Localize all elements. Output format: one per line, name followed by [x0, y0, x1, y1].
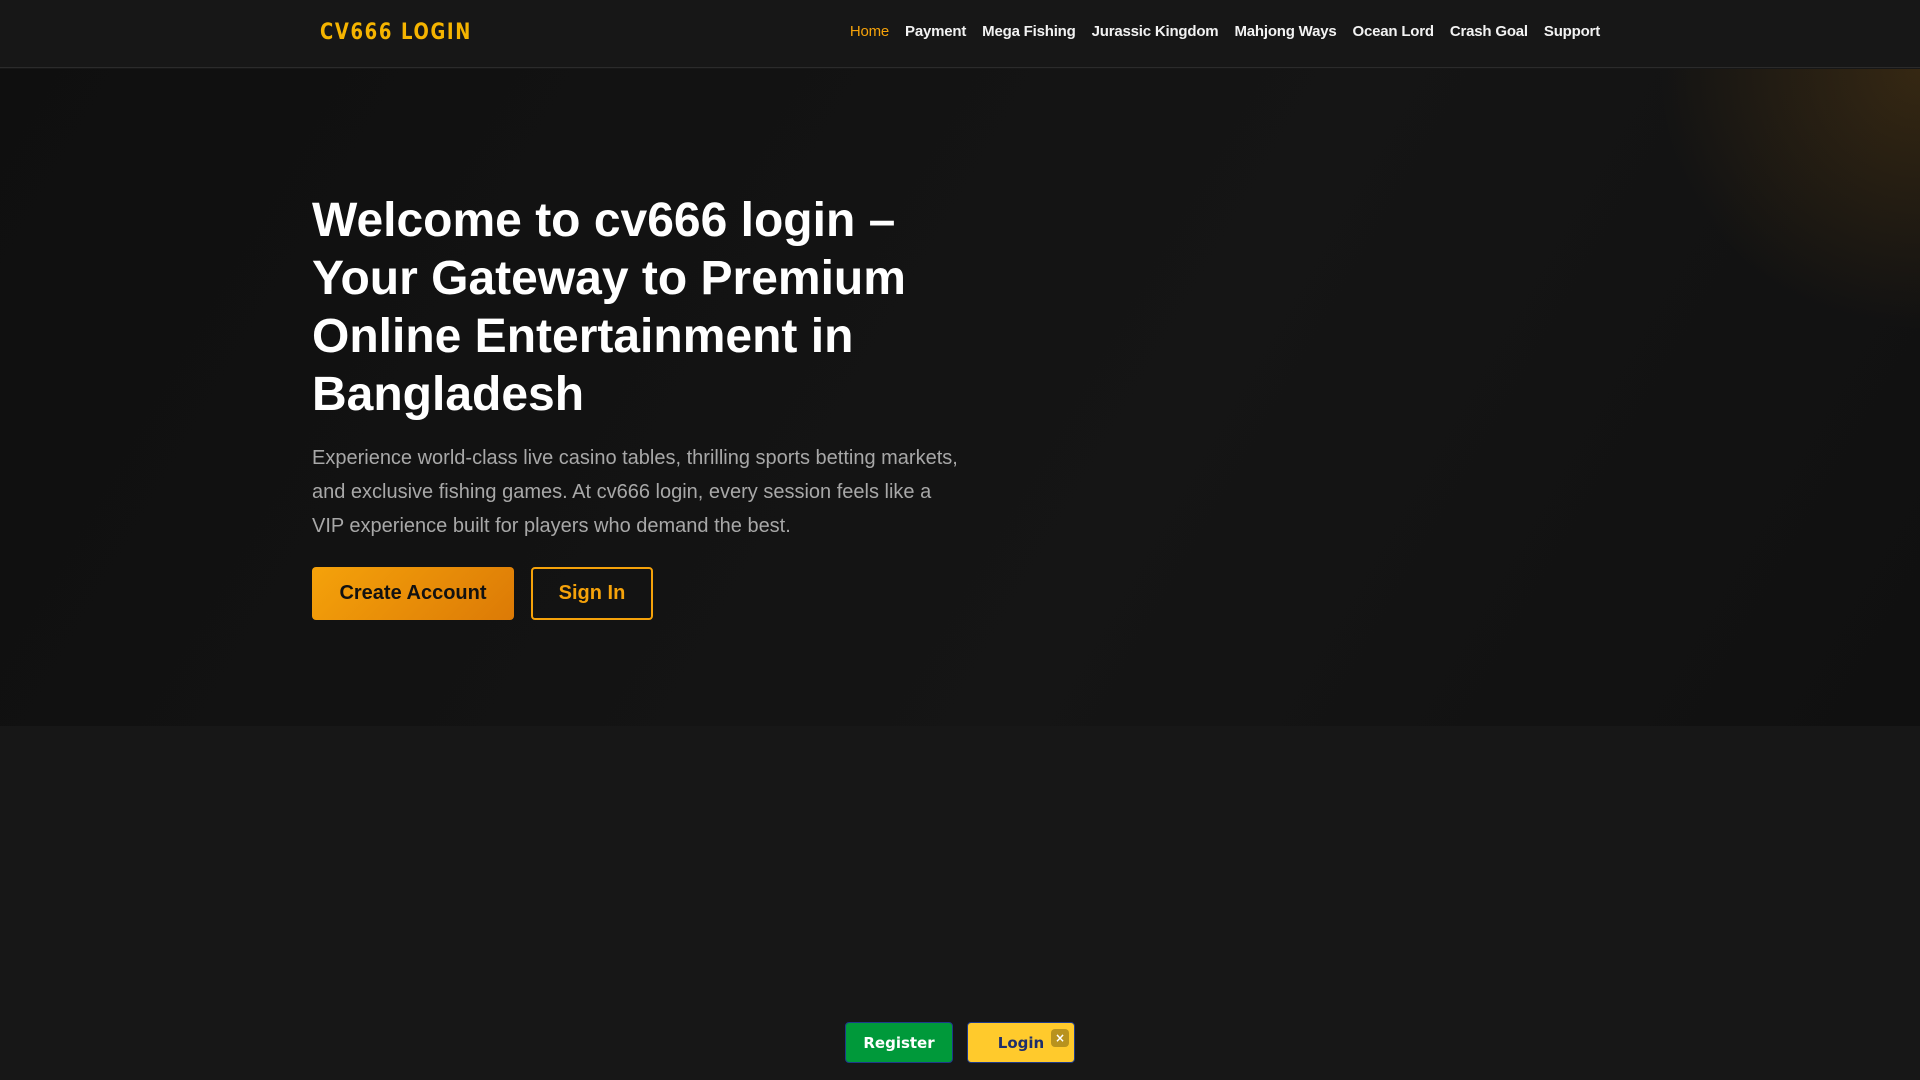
close-icon[interactable]: × [1051, 1029, 1069, 1047]
nav-ocean-lord[interactable]: Ocean Lord [1353, 23, 1435, 40]
site-header: CV666 LOGIN Home Payment Mega Fishing Ju… [0, 0, 1920, 68]
main-nav: Home Payment Mega Fishing Jurassic Kingd… [850, 23, 1600, 40]
nav-crash-goal[interactable]: Crash Goal [1450, 23, 1528, 40]
login-label: Login [997, 1033, 1045, 1052]
login-button[interactable]: Login × [967, 1022, 1075, 1063]
nav-mega-fishing[interactable]: Mega Fishing [982, 23, 1076, 40]
sign-in-button[interactable]: Sign In [531, 567, 653, 620]
site-logo[interactable]: CV666 LOGIN [320, 20, 472, 45]
hero-section [0, 69, 1920, 726]
hero-description: Experience world-class live casino table… [312, 447, 958, 537]
nav-support[interactable]: Support [1544, 23, 1600, 40]
hero-title: Welcome to cv666 login – Your Gateway to… [312, 194, 906, 421]
create-account-button[interactable]: Create Account [312, 567, 514, 620]
nav-home[interactable]: Home [850, 23, 889, 40]
nav-jurassic-kingdom[interactable]: Jurassic Kingdom [1092, 23, 1219, 40]
nav-payment[interactable]: Payment [905, 23, 966, 40]
nav-mahjong-ways[interactable]: Mahjong Ways [1234, 23, 1336, 40]
register-button[interactable]: Register [845, 1022, 953, 1063]
